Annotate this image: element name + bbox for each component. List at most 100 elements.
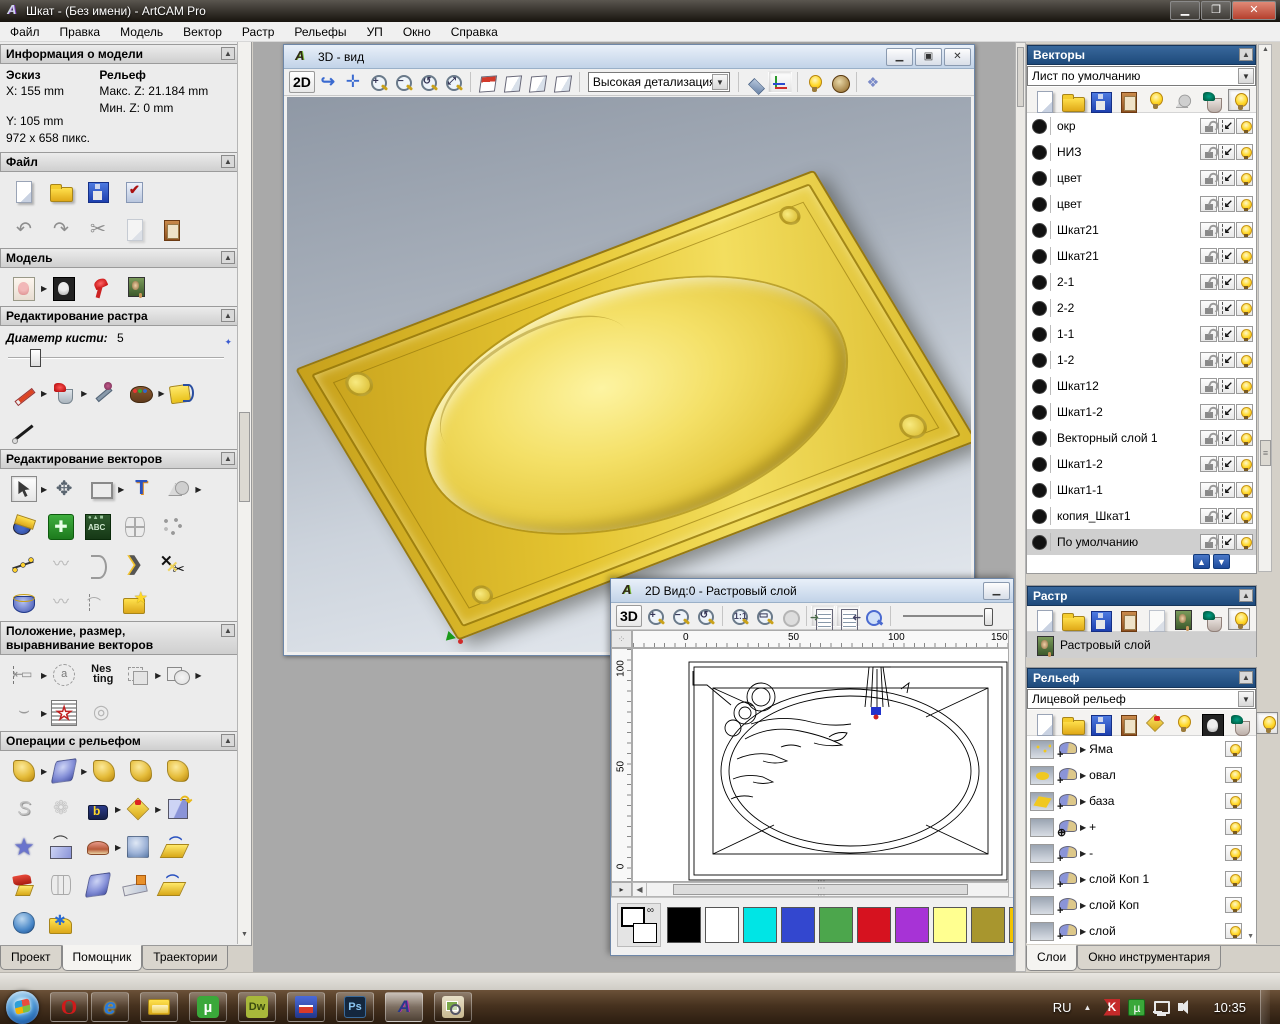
taskbar-photoshop-button[interactable]: Ps xyxy=(336,992,374,1022)
vector-layer-row[interactable]: Векторный слой 1 xyxy=(1027,425,1256,451)
colour-palette-icon[interactable] xyxy=(128,380,154,406)
collapse-button[interactable] xyxy=(1239,589,1253,602)
text-on-curve-icon[interactable] xyxy=(51,662,77,688)
layer-visibility-icon[interactable] xyxy=(1236,222,1253,238)
layer-visibility-icon[interactable] xyxy=(1236,482,1253,498)
lock-layer-icon[interactable] xyxy=(1200,196,1217,212)
move-layer-down-button[interactable]: ▼ xyxy=(1213,554,1230,569)
layer-colour-dot[interactable] xyxy=(1032,379,1047,394)
smooth-relief-icon[interactable] xyxy=(51,758,77,784)
relief-scroll-down-icon[interactable] xyxy=(1247,933,1254,940)
lock-layer-icon[interactable] xyxy=(1200,300,1217,316)
relief-visibility-icon[interactable] xyxy=(1225,897,1242,913)
model-wizard-icon[interactable] xyxy=(122,179,148,205)
zoom-fit-icon[interactable]: ⤢ xyxy=(441,71,465,93)
snap-layer-icon[interactable] xyxy=(1218,352,1235,368)
snap-layer-icon[interactable] xyxy=(1218,430,1235,446)
show-axes-icon[interactable] xyxy=(768,71,792,93)
paste-icon[interactable] xyxy=(159,217,185,243)
new-model-icon[interactable] xyxy=(11,179,37,205)
lock-layer-icon[interactable] xyxy=(1200,118,1217,134)
shape-editor-icon[interactable] xyxy=(11,834,37,860)
show-desktop-button[interactable] xyxy=(1260,990,1270,1024)
collapse-button[interactable] xyxy=(221,734,235,747)
redo-icon[interactable]: ↷ xyxy=(48,217,74,243)
dropdown-arrow-icon[interactable] xyxy=(712,74,728,90)
relief-layer-row[interactable]: ⊕ + xyxy=(1027,814,1256,840)
arc-fit-icon[interactable] xyxy=(85,552,111,578)
layer-colour-dot[interactable] xyxy=(1032,145,1047,160)
greyscale-relief-icon[interactable] xyxy=(1200,712,1222,734)
layer-visibility-icon[interactable] xyxy=(1236,430,1253,446)
menu-item[interactable]: Рельефы xyxy=(284,23,356,41)
brush-slider-thumb[interactable] xyxy=(30,349,41,367)
spiral-icon[interactable] xyxy=(88,700,114,726)
vector-layer-row[interactable]: 1-1 xyxy=(1027,321,1256,347)
relief-layer-row[interactable]: + база xyxy=(1027,788,1256,814)
language-indicator[interactable]: RU xyxy=(1053,1000,1072,1015)
preview-relief-icon[interactable] xyxy=(861,605,885,627)
combine-mode-icon[interactable]: + xyxy=(1057,792,1077,810)
restore-button[interactable]: ❐ xyxy=(1201,1,1231,20)
layer-colour-dot[interactable] xyxy=(1032,301,1047,316)
offset-vector-icon[interactable] xyxy=(122,552,148,578)
image-layer-icon[interactable] xyxy=(1172,608,1194,630)
relief-layer-row[interactable]: + слой Коп 1 xyxy=(1027,866,1256,892)
relief-visibility-icon[interactable] xyxy=(1225,871,1242,887)
vector-layer-row[interactable]: По умолчанию xyxy=(1027,529,1256,555)
vector-layer-row[interactable]: Шкат1-2 xyxy=(1027,399,1256,425)
expand-arrow-icon[interactable] xyxy=(1080,745,1086,754)
interactive-weave-icon[interactable] xyxy=(48,796,74,822)
snap-layer-icon[interactable] xyxy=(1218,326,1235,342)
slice-relief-icon[interactable] xyxy=(122,872,148,898)
relief-visibility-icon[interactable] xyxy=(1225,767,1242,783)
lock-layer-icon[interactable] xyxy=(1200,170,1217,186)
right-panel-tab[interactable]: Слои xyxy=(1026,945,1077,971)
fit-curves-icon[interactable] xyxy=(48,552,74,578)
scroll-down-arrow[interactable] xyxy=(239,931,250,943)
texture-relief-icon[interactable] xyxy=(125,275,151,301)
vector-layer-row[interactable]: Шкат1-1 xyxy=(1027,477,1256,503)
expand-arrow-icon[interactable] xyxy=(1080,927,1086,936)
relief-combine-icon[interactable] xyxy=(125,796,151,822)
unwrap-relief-icon[interactable] xyxy=(48,910,74,936)
taskbar-utorrent-button[interactable]: µ xyxy=(189,992,227,1022)
vector-layer-row[interactable]: цвет xyxy=(1027,191,1256,217)
layer-visibility-icon[interactable] xyxy=(1236,300,1253,316)
volume-icon[interactable] xyxy=(1178,999,1195,1016)
collapse-button[interactable] xyxy=(221,624,235,637)
snap-layer-icon[interactable] xyxy=(1218,222,1235,238)
detail-level-dropdown[interactable]: Высокая детализация xyxy=(588,72,730,92)
taskbar-dreamweaver-button[interactable]: Dw xyxy=(238,992,276,1022)
horizontal-scrollbar[interactable] xyxy=(632,882,1009,897)
create-text-icon[interactable] xyxy=(128,476,154,502)
zoom-previous-icon[interactable]: ↺ xyxy=(416,71,440,93)
colour-swatch[interactable] xyxy=(667,907,701,943)
snap-layer-icon[interactable] xyxy=(1218,196,1235,212)
expand-arrow-icon[interactable] xyxy=(1080,901,1086,910)
layer-colour-dot[interactable] xyxy=(1032,509,1047,524)
group-vectors-icon[interactable] xyxy=(125,662,151,688)
menu-item[interactable]: Файл xyxy=(0,23,50,41)
colour-swatch[interactable] xyxy=(971,907,1005,943)
light-material-icon[interactable] xyxy=(88,275,114,301)
snap-layer-icon[interactable] xyxy=(1218,300,1235,316)
fill-vector-icon[interactable] xyxy=(168,380,194,406)
vector-layer-row[interactable]: 2-1 xyxy=(1027,269,1256,295)
taskbar-explorer-button[interactable] xyxy=(140,992,178,1022)
angled-plane-icon[interactable] xyxy=(162,834,188,860)
view-top-icon[interactable] xyxy=(475,71,499,93)
delete-raster-icon[interactable] xyxy=(1200,608,1222,630)
menu-item[interactable]: Модель xyxy=(110,23,173,41)
offset-relief-icon[interactable] xyxy=(85,872,111,898)
taskbar-commander-button[interactable] xyxy=(287,992,325,1022)
snap-layer-icon[interactable] xyxy=(1218,482,1235,498)
relief-visibility-icon[interactable] xyxy=(1225,845,1242,861)
taskbar-opera-button[interactable]: O xyxy=(50,992,88,1022)
sculpting-icon[interactable] xyxy=(11,796,37,822)
flood-fill-icon[interactable] xyxy=(51,380,77,406)
relief-layer-row[interactable]: + слой xyxy=(1027,918,1256,944)
zoom-object-icon[interactable] xyxy=(777,605,801,627)
layer-visibility-icon[interactable] xyxy=(1236,274,1253,290)
extrude-spin-icon[interactable] xyxy=(159,872,185,898)
